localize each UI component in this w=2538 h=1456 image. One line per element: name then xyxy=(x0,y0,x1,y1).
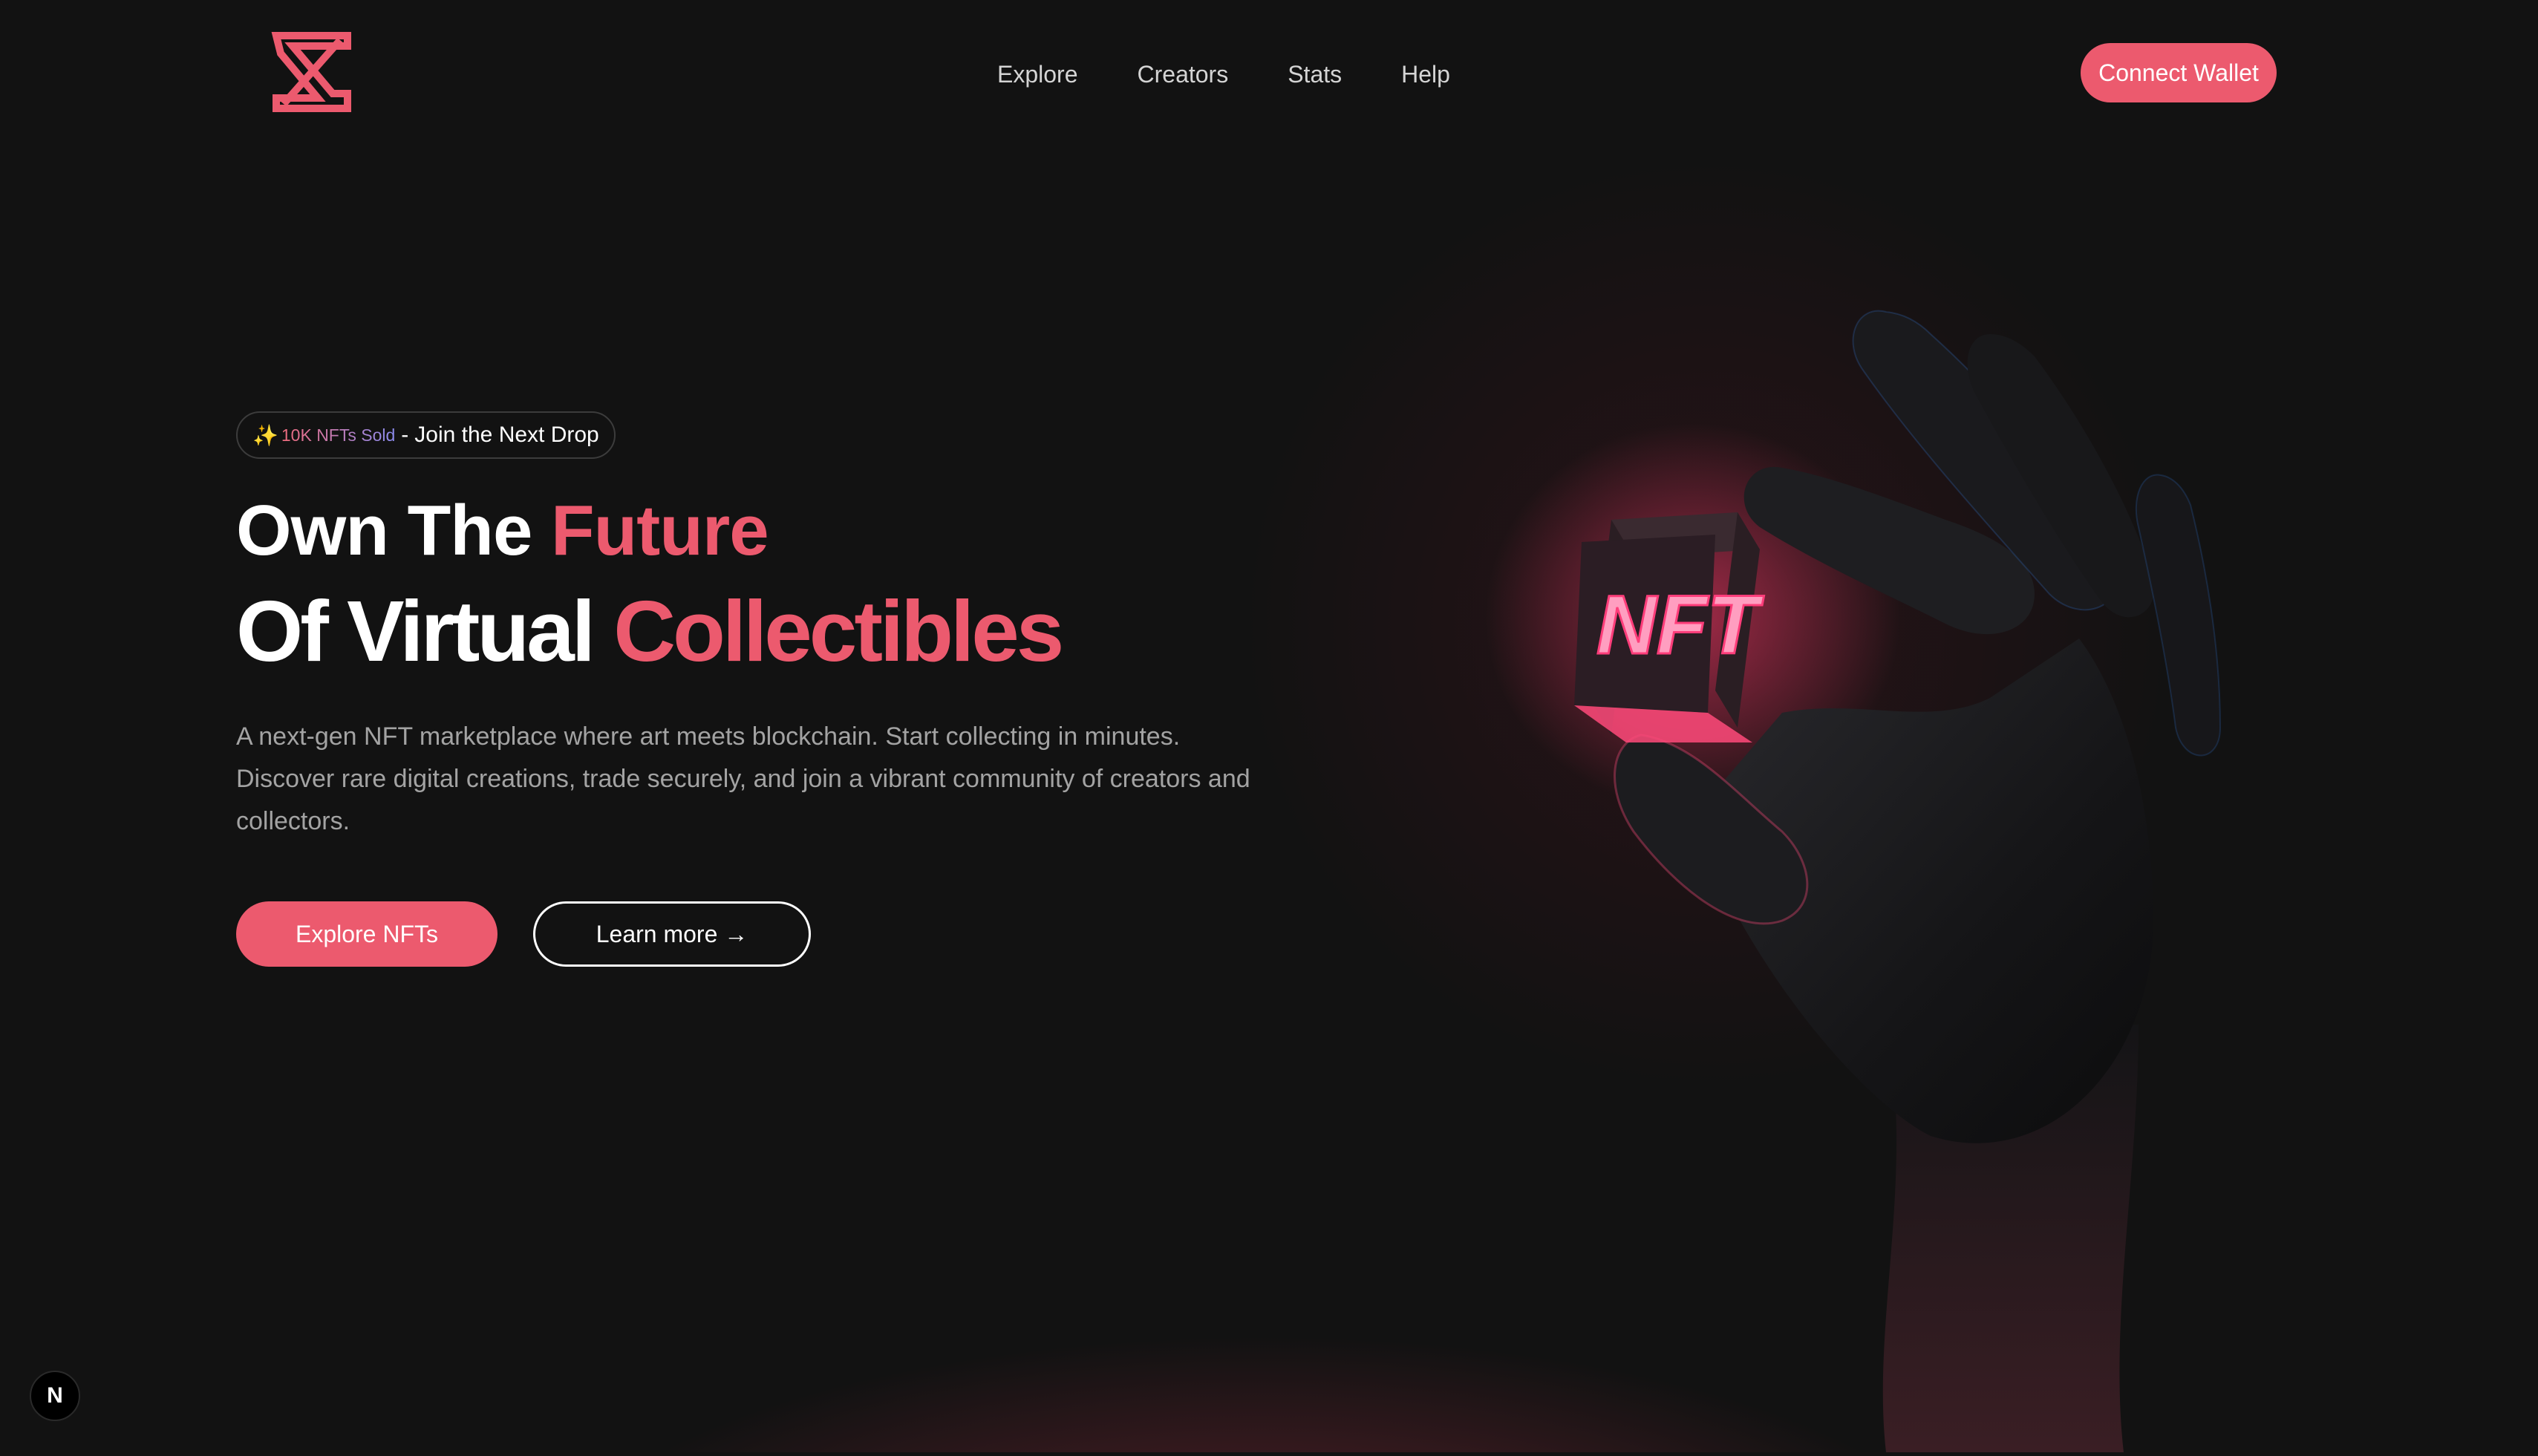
sparkles-icon: ✨ xyxy=(252,423,278,447)
headline-2-plain: Of Virtual xyxy=(236,583,614,679)
headline-1-plain: Own The xyxy=(236,491,551,570)
hero-description: A next-gen NFT marketplace where art mee… xyxy=(236,722,1250,835)
explore-nfts-button[interactable]: Explore NFTs xyxy=(236,901,498,967)
hero-hand-nft-image: NFT xyxy=(1470,282,2287,1452)
hero-headline-line-2: Of Virtual Collectibles xyxy=(236,583,1064,679)
hero-headline-line-1: Own The Future xyxy=(236,490,769,572)
connect-wallet-button[interactable]: Connect Wallet xyxy=(2081,43,2277,102)
learn-more-button[interactable]: Learn more → xyxy=(533,901,811,967)
badge-sold-count: 10K NFTs Sold xyxy=(281,425,396,445)
badge-join-text: Join the Next Drop xyxy=(414,422,599,447)
nav-link-creators[interactable]: Creators xyxy=(1138,59,1229,89)
dev-indicator-button[interactable]: N xyxy=(30,1371,80,1421)
svg-text:NFT: NFT xyxy=(1596,578,1764,671)
nft-cube: NFT xyxy=(1574,512,1766,742)
hourglass-logo-icon[interactable] xyxy=(269,31,355,113)
main-nav: Explore Creators Stats Help xyxy=(997,59,1450,89)
headline-2-accent: Collectibles xyxy=(613,583,1064,679)
nav-link-help[interactable]: Help xyxy=(1401,59,1450,89)
nav-link-explore[interactable]: Explore xyxy=(997,59,1078,89)
nav-link-stats[interactable]: Stats xyxy=(1288,59,1342,89)
announcement-badge[interactable]: ✨ 10K NFTs Sold - Join the Next Drop xyxy=(236,411,616,459)
headline-1-accent: Future xyxy=(551,491,769,570)
badge-separator: - xyxy=(401,422,409,447)
